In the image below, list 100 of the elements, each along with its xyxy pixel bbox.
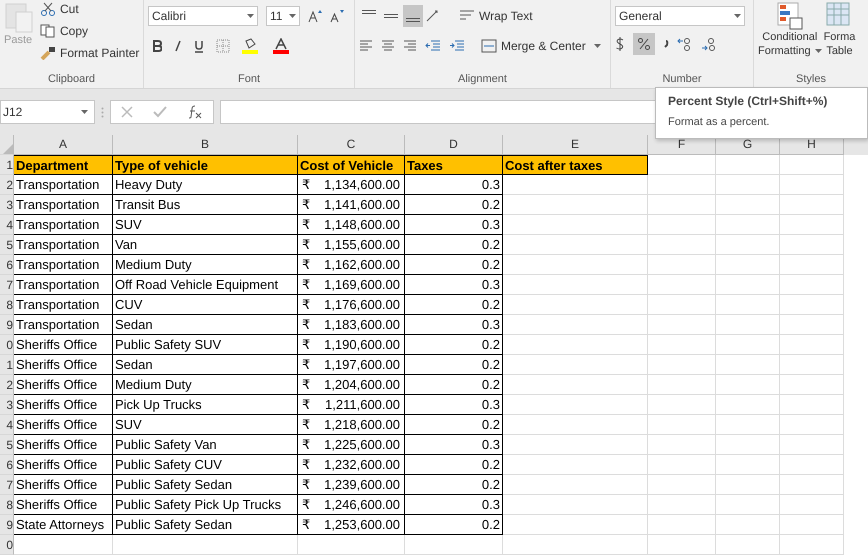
increase-indent-icon[interactable] — [449, 40, 465, 52]
row-header[interactable]: 7 — [0, 275, 14, 295]
row-header[interactable]: 1 — [0, 155, 14, 175]
caret-icon[interactable] — [734, 14, 741, 18]
italic-icon[interactable] — [174, 40, 182, 52]
tooltip-title: Percent Style (Ctrl+Shift+%) — [668, 94, 828, 108]
shrink-font-icon[interactable] — [330, 9, 344, 23]
caret-icon[interactable] — [814, 49, 822, 53]
decrease-decimal-icon[interactable] — [701, 37, 717, 51]
align-center-icon[interactable] — [381, 40, 395, 52]
empty-cell — [648, 475, 716, 495]
row-header[interactable]: 9 — [0, 515, 14, 535]
align-lines-icon — [362, 10, 376, 14]
row-header[interactable]: 8 — [0, 495, 14, 515]
table-cell: Medium Duty — [113, 375, 298, 395]
copy-button[interactable]: Copy — [40, 22, 140, 40]
format-as-table-button[interactable]: Forma Table — [824, 2, 856, 73]
wrap-text-button[interactable]: Wrap Text — [459, 9, 533, 23]
empty-cell — [780, 395, 844, 415]
table-cell: 0.2 — [405, 255, 503, 275]
currency-symbol: ₹ — [302, 436, 310, 454]
align-lines-icon — [406, 18, 420, 22]
caret-icon[interactable] — [289, 14, 296, 18]
row-header[interactable]: 8 — [0, 295, 14, 315]
currency-symbol: ₹ — [302, 376, 310, 394]
empty-cell — [780, 255, 844, 275]
empty-cell — [716, 235, 780, 255]
cell-amount: 1,141,600.00 — [324, 196, 400, 214]
row-header[interactable]: 0 — [0, 535, 14, 555]
row-header[interactable]: 0 — [0, 335, 14, 355]
row-header[interactable]: 4 — [0, 415, 14, 435]
row-header[interactable]: 5 — [0, 435, 14, 455]
currency-symbol: ₹ — [302, 236, 310, 254]
caret-icon[interactable] — [247, 14, 254, 18]
caret-icon[interactable] — [81, 110, 88, 114]
row-header[interactable]: 4 — [0, 215, 14, 235]
table-cell: Sheriffs Office — [14, 455, 113, 475]
table-cell: Sedan — [113, 315, 298, 335]
table-cell: Pick Up Trucks — [113, 395, 298, 415]
format-painter-button[interactable]: Format Painter — [40, 44, 140, 62]
function-icon[interactable] — [187, 105, 203, 119]
empty-cell — [780, 235, 844, 255]
bold-icon[interactable] — [152, 40, 162, 52]
comma-style-icon[interactable] — [663, 39, 669, 49]
empty-cell — [780, 195, 844, 215]
row-header[interactable]: 6 — [0, 455, 14, 475]
check-icon[interactable] — [153, 106, 167, 118]
empty-cell — [648, 455, 716, 475]
merge-center-button[interactable]: Merge & Center — [481, 39, 601, 53]
row-header[interactable]: 7 — [0, 475, 14, 495]
empty-cell — [648, 195, 716, 215]
table-cell: Transportation — [14, 215, 113, 235]
row-header[interactable]: 5 — [0, 235, 14, 255]
font-size-dropdown[interactable]: 11 — [266, 6, 300, 26]
row-header[interactable]: 1 — [0, 355, 14, 375]
fill-color-icon[interactable] — [242, 38, 260, 54]
conditional-formatting-button[interactable]: Conditional Formatting — [758, 2, 822, 73]
percent-style-button[interactable] — [633, 33, 655, 55]
table-cell: SUV — [113, 415, 298, 435]
align-left-icon[interactable] — [359, 40, 373, 52]
cell-amount: 1,246,600.00 — [324, 496, 400, 514]
empty-cell — [716, 515, 780, 535]
align-right-icon[interactable] — [403, 40, 417, 52]
row-header[interactable]: 3 — [0, 195, 14, 215]
empty-cell — [716, 275, 780, 295]
empty-cell — [716, 455, 780, 475]
name-box[interactable]: J12 — [0, 100, 95, 124]
underline-icon[interactable] — [194, 40, 204, 52]
table-cell: Sedan — [113, 355, 298, 375]
vertical-align-button[interactable] — [403, 5, 423, 27]
table-cell: 0.2 — [405, 475, 503, 495]
font-color-icon[interactable] — [272, 38, 290, 54]
row-header[interactable]: 2 — [0, 175, 14, 195]
table-cell: 0.2 — [405, 515, 503, 535]
currency-symbol: ₹ — [302, 196, 310, 214]
empty-cell — [780, 375, 844, 395]
empty-cell — [780, 335, 844, 355]
row-header[interactable]: 3 — [0, 395, 14, 415]
currency-icon[interactable] — [615, 36, 625, 52]
borders-icon[interactable] — [216, 39, 230, 53]
grow-font-icon[interactable] — [308, 9, 322, 23]
table-cell: Cost of Vehicle — [298, 155, 405, 175]
increase-decimal-icon[interactable] — [677, 37, 693, 51]
cut-button[interactable]: Cut — [40, 0, 140, 18]
row-header[interactable]: 2 — [0, 375, 14, 395]
drag-handle-icon[interactable] — [101, 106, 104, 118]
tooltip-text: Format as a percent. — [668, 116, 770, 128]
empty-cell — [780, 175, 844, 195]
caret-icon[interactable] — [594, 44, 601, 48]
currency-symbol: ₹ — [302, 216, 310, 234]
table-cell: Transportation — [14, 295, 113, 315]
table-cell: 0.2 — [405, 335, 503, 355]
table-cell: Sheriffs Office — [14, 395, 113, 415]
empty-cell — [648, 275, 716, 295]
row-header[interactable]: 6 — [0, 255, 14, 275]
number-format-dropdown[interactable]: General — [615, 6, 745, 26]
row-header[interactable]: 9 — [0, 315, 14, 335]
decrease-indent-icon[interactable] — [425, 40, 441, 52]
group-label: Alignment — [458, 73, 507, 87]
font-name-dropdown[interactable]: Calibri — [148, 6, 258, 26]
